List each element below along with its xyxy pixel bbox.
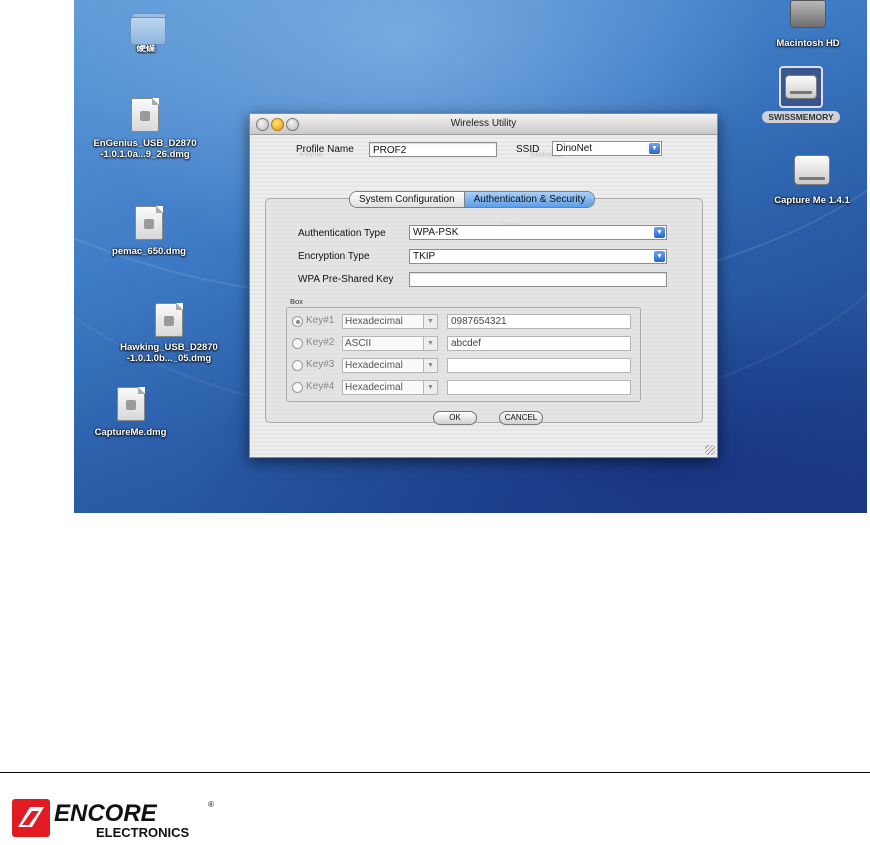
desktop-icon-pemac-dmg[interactable]: pemac_650.dmg [94,206,204,257]
key1-radio[interactable] [292,316,303,327]
auth-type-value: WPA-PSK [413,227,459,238]
key4-radio[interactable] [292,382,303,393]
tab-bar: System Configuration Authentication & Se… [349,191,596,208]
brand-registered-mark: ® [208,800,214,809]
key4-value-field[interactable] [447,380,631,395]
key4-format-value: Hexadecimal [345,382,403,393]
ssid-label: SSID [516,144,540,155]
footer-rule [0,772,870,773]
desktop-icon-label: Macintosh HD [776,38,840,49]
window-titlebar[interactable]: Wireless Utility [250,114,717,135]
desktop-icon-capture-me-volume[interactable]: Capture Me 1.4.1 [762,155,862,206]
window-title: Wireless Utility [450,118,517,129]
key-row: Key#3 Hexadecimal ▼ [292,358,652,373]
key1-format-value: Hexadecimal [345,316,403,327]
profile-name-field[interactable]: PROF2 [369,142,497,157]
desktop-icon-swissmemory[interactable]: SWISSMEMORY [748,66,854,123]
enc-type-label: Encryption Type [298,251,370,262]
ssid-value: DinoNet [556,143,593,154]
tab-authentication-security[interactable]: Authentication & Security [463,192,595,207]
disk-image-icon [155,303,183,337]
psk-field[interactable] [409,272,667,287]
desktop-icon-label: EnGenius_USB_D2870 -1.0.1.0a...9_26.dmg [93,138,197,160]
desktop-icon-engenius-dmg[interactable]: EnGenius_USB_D2870 -1.0.1.0a...9_26.dmg [75,98,215,160]
usb-drive-icon [779,66,823,108]
enc-type-popup[interactable]: TKIP ▼ [409,249,667,264]
disk-image-icon [131,98,159,132]
key-box-title: Box [290,297,303,306]
key4-label: Key#4 [306,381,335,392]
desktop-icon-label: pemac_650.dmg [112,246,186,257]
key2-format-value: ASCII [345,338,372,349]
key2-radio[interactable] [292,338,303,349]
brand-name: ENCORE [54,800,158,827]
resize-grip-icon[interactable] [705,445,715,455]
profile-name-label: Profile Name [296,144,354,155]
window-body: Profile Statistics Open Profile Name PRO… [250,135,717,457]
encore-electronics-logo: ENCORE ® ELECTRONICS [12,799,214,840]
desktop-icon-label: Capture Me 1.4.1 [774,195,850,206]
key2-label: Key#2 [306,337,335,348]
popup-arrow-icon: ▼ [654,251,665,262]
brand-sub: ELECTRONICS [96,825,190,840]
encore-emblem-icon [12,799,50,837]
desktop-icon-label: SWISSMEMORY [762,111,840,123]
drive-icon [794,155,830,185]
popup-arrow-icon: ▼ [649,143,660,154]
auth-type-label: Authentication Type [298,228,386,239]
desktop-icon-label: Hawking_USB_D2870 -1.0.1.0b..._05.dmg [120,342,218,364]
ssid-popup[interactable]: DinoNet ▼ [552,141,662,156]
auth-type-popup[interactable]: WPA-PSK ▼ [409,225,667,240]
ok-button[interactable]: OK [433,411,477,425]
folder-icon [130,13,166,45]
key3-value-field[interactable] [447,358,631,373]
popup-arrow-icon: ▼ [423,337,437,350]
key3-format-value: Hexadecimal [345,360,403,371]
key1-label: Key#1 [306,315,335,326]
key-row: Key#4 Hexadecimal ▼ [292,380,652,395]
key4-format-popup[interactable]: Hexadecimal ▼ [342,380,438,395]
key-row: Key#2 ASCII ▼ abcdef [292,336,652,351]
key3-label: Key#3 [306,359,335,370]
desktop-icon-folder[interactable]: 硬碟 [130,13,166,54]
key3-format-popup[interactable]: Hexadecimal ▼ [342,358,438,373]
key2-value-field[interactable]: abcdef [447,336,631,351]
key1-format-popup[interactable]: Hexadecimal ▼ [342,314,438,329]
wireless-utility-window: Wireless Utility Profile Statistics Open… [249,113,718,458]
desktop-icon-macintosh-hd[interactable]: Macintosh HD [768,0,848,49]
popup-arrow-icon: ▼ [423,359,437,372]
key2-format-popup[interactable]: ASCII ▼ [342,336,438,351]
enc-type-value: TKIP [413,251,436,262]
disk-image-icon [116,387,145,421]
key3-radio[interactable] [292,360,303,371]
key1-value-field[interactable]: 0987654321 [447,314,631,329]
hard-drive-icon [790,0,826,28]
popup-arrow-icon: ▼ [654,227,665,238]
desktop-icon-hawking-dmg[interactable]: Hawking_USB_D2870 -1.0.1.0b..._05.dmg [104,303,234,364]
psk-label: WPA Pre-Shared Key [298,274,394,285]
desktop-icon-label: CaptureMe.dmg [94,427,167,438]
popup-arrow-icon: ▼ [423,381,437,394]
popup-arrow-icon: ▼ [423,315,437,328]
desktop-icon-captureme-dmg[interactable]: CaptureMe.dmg [78,387,183,438]
key-row: Key#1 Hexadecimal ▼ 0987654321 [292,314,652,329]
disk-image-icon [135,206,163,240]
tab-system-configuration[interactable]: System Configuration [350,192,464,207]
cancel-button[interactable]: CANCEL [499,411,543,425]
